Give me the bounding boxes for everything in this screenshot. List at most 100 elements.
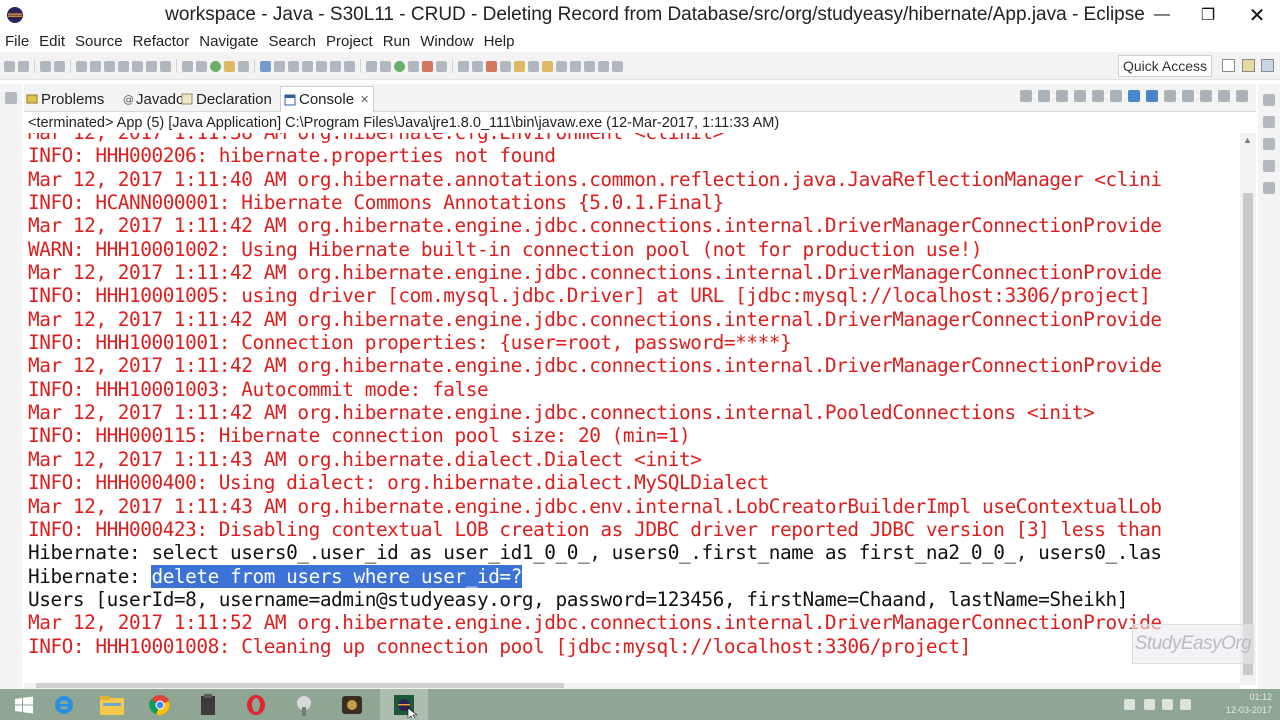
taskbar-opera[interactable] [232,689,280,720]
bookmark-icon[interactable] [486,60,497,72]
task-icon[interactable] [182,60,193,72]
open-type-icon[interactable] [260,60,271,72]
console-output[interactable]: Mar 12, 2017 1:11:38 AM org.hibernate.cf… [24,133,1240,685]
toggle-icon[interactable] [160,60,171,72]
close-button[interactable]: ✕ [1234,0,1280,30]
taskbar-chrome[interactable] [136,689,184,720]
dropdown-icon[interactable] [302,60,313,72]
gear-icon[interactable] [366,60,377,72]
menu-project[interactable]: Project [321,33,378,50]
pin-icon[interactable] [542,60,553,72]
task-list-icon[interactable] [1263,138,1275,150]
menu-window[interactable]: Window [415,33,478,50]
remove-all-icon[interactable] [1056,90,1068,102]
back-icon[interactable] [570,60,581,72]
view-icon[interactable] [1263,160,1275,172]
cut-icon[interactable] [76,60,87,72]
menu-run[interactable]: Run [378,33,416,50]
copy-icon[interactable] [1074,90,1086,102]
folder-icon[interactable] [514,60,525,72]
scrollbar-thumb[interactable] [36,683,564,688]
menu-help[interactable]: Help [479,33,520,50]
undo-icon[interactable] [118,60,129,72]
console-vertical-scrollbar[interactable]: ▲ [1240,133,1256,685]
volume-icon[interactable] [1180,699,1191,710]
notification-icon[interactable] [1144,699,1155,710]
scroll-up-icon[interactable]: ▲ [1243,135,1252,145]
minimize-view-icon[interactable] [1218,90,1230,102]
quick-access-field[interactable]: Quick Access [1118,55,1212,77]
display-console-icon[interactable] [1182,90,1194,102]
file-icon[interactable] [344,60,355,72]
taskbar-tools[interactable] [280,689,328,720]
debug-icon[interactable] [210,60,221,72]
dropdown-icon[interactable] [472,60,483,72]
open-perspective-icon[interactable] [1222,59,1235,72]
task-icon[interactable] [196,60,207,72]
open-console-icon[interactable] [1200,90,1212,102]
copy-icon[interactable] [90,60,101,72]
run-icon[interactable] [394,60,405,72]
tab-problems[interactable]: Problems [26,86,104,112]
restore-view-icon[interactable] [1263,94,1275,106]
forward-icon[interactable] [598,60,609,72]
show-on-output-icon[interactable] [1128,90,1140,102]
taskbar-game[interactable] [328,689,376,720]
scrollbar-thumb[interactable] [1243,193,1253,675]
menu-edit[interactable]: Edit [34,33,70,50]
maximize-button[interactable]: ❐ [1190,0,1226,30]
java-ee-perspective-icon[interactable] [1242,59,1255,72]
scroll-lock-icon[interactable] [1110,90,1122,102]
search-icon[interactable] [288,60,299,72]
tray-icon[interactable] [1124,699,1135,710]
selected-text[interactable]: delete from users where user_id=? [151,564,522,588]
taskbar-internet-explorer[interactable] [40,689,88,720]
dropdown-icon[interactable] [274,60,285,72]
menu-search[interactable]: Search [263,33,321,50]
outline-view-icon[interactable] [1263,116,1275,128]
menu-navigate[interactable]: Navigate [194,33,263,50]
dropdown-icon[interactable] [556,60,567,72]
remove-launch-icon[interactable] [1038,90,1050,102]
dropdown-icon[interactable] [238,60,249,72]
toggle-icon[interactable] [146,60,157,72]
java-perspective-icon[interactable] [1261,59,1274,72]
close-tab-icon[interactable]: ✕ [360,93,369,106]
maximize-view-icon[interactable] [1236,90,1248,102]
minimize-button[interactable]: — [1144,0,1180,30]
new-icon[interactable] [4,60,15,72]
taskbar-eclipse[interactable] [380,689,428,720]
file-icon[interactable] [316,60,327,72]
view-icon[interactable] [1263,182,1275,194]
file-icon[interactable] [330,60,341,72]
dropdown-icon[interactable] [528,60,539,72]
clear-console-icon[interactable] [1092,90,1104,102]
restore-view-icon[interactable] [5,92,17,104]
show-on-error-icon[interactable] [1146,90,1158,102]
dropdown-icon[interactable] [500,60,511,72]
pin-console-icon[interactable] [1164,90,1176,102]
redo-icon[interactable] [132,60,143,72]
tab-declaration[interactable]: Declaration [181,86,272,112]
menu-source[interactable]: Source [70,33,128,50]
taskbar-file-explorer[interactable] [88,689,136,720]
clock[interactable]: 01:12 12-03-2017 [1226,691,1272,717]
network-icon[interactable] [1162,699,1173,710]
dropdown-icon[interactable] [584,60,595,72]
paste-icon[interactable] [104,60,115,72]
dropdown-icon[interactable] [408,60,419,72]
tab-console[interactable]: Console ✕ [280,86,375,112]
menu-refactor[interactable]: Refactor [128,33,195,50]
save-icon[interactable] [40,60,51,72]
dropdown-icon[interactable] [380,60,391,72]
annotation-icon[interactable] [458,60,469,72]
dropdown-icon[interactable] [18,60,29,72]
external-tools-icon[interactable] [422,60,433,72]
dropdown-icon[interactable] [612,60,623,72]
skip-icon[interactable] [224,60,235,72]
terminate-icon[interactable] [1020,90,1032,102]
menu-file[interactable]: File [0,33,34,50]
print-icon[interactable] [54,60,65,72]
taskbar-app[interactable] [184,689,232,720]
dropdown-icon[interactable] [436,60,447,72]
